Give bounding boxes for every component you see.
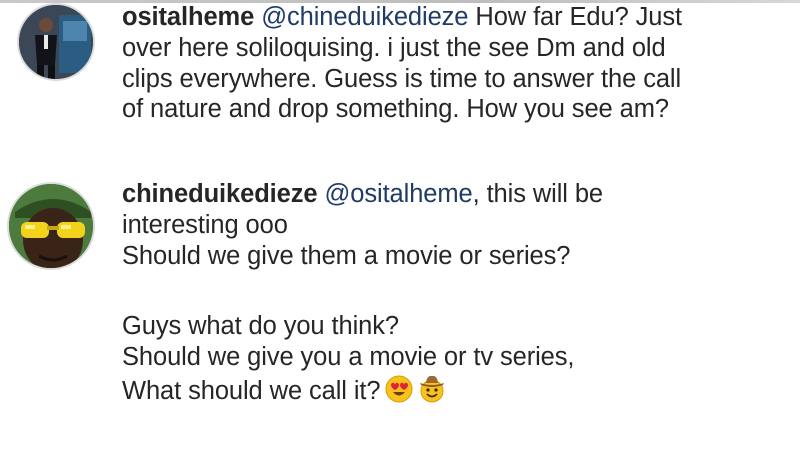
cowboy-emoji-icon [417, 373, 447, 411]
profile-photo-icon [9, 184, 93, 268]
comment-mention[interactable]: @chineduikedieze [261, 3, 468, 31]
comment-line: over here soliloquising. i just the see … [122, 33, 666, 62]
comment-line: Guys what do you think? [122, 312, 399, 341]
profile-photo-icon [19, 5, 93, 79]
heart-eyes-emoji-icon [385, 375, 413, 411]
comment-username[interactable]: chineduikedieze [122, 180, 318, 208]
comment-line: clips everywhere. Guess is time to answe… [122, 64, 682, 93]
comment-body-text: How far Edu? Just [468, 3, 683, 31]
comment-text: chineduikedieze @ositalheme, this will b… [122, 179, 794, 411]
comment-line: interesting ooo [122, 210, 288, 239]
comment-line: ositalheme @chineduikedieze How far Edu?… [122, 2, 794, 33]
avatar[interactable] [17, 3, 95, 81]
comment-body-text: What should we call it? [122, 376, 381, 405]
comment-body-text: , this will be [472, 180, 604, 208]
comment-mention[interactable]: @ositalheme [324, 180, 472, 208]
comment-line: Should we give them a movie or series? [122, 241, 571, 270]
comment-text: ositalheme @chineduikedieze How far Edu?… [122, 2, 794, 125]
comment-line: chineduikedieze @ositalheme, this will b… [122, 179, 794, 210]
comment-line: of nature and drop something. How you se… [122, 95, 669, 124]
comment-username[interactable]: ositalheme [122, 3, 254, 31]
avatar[interactable] [7, 182, 95, 270]
comment-line: What should we call it? [122, 373, 794, 411]
comment-line: Should we give you a movie or tv series, [122, 343, 575, 372]
